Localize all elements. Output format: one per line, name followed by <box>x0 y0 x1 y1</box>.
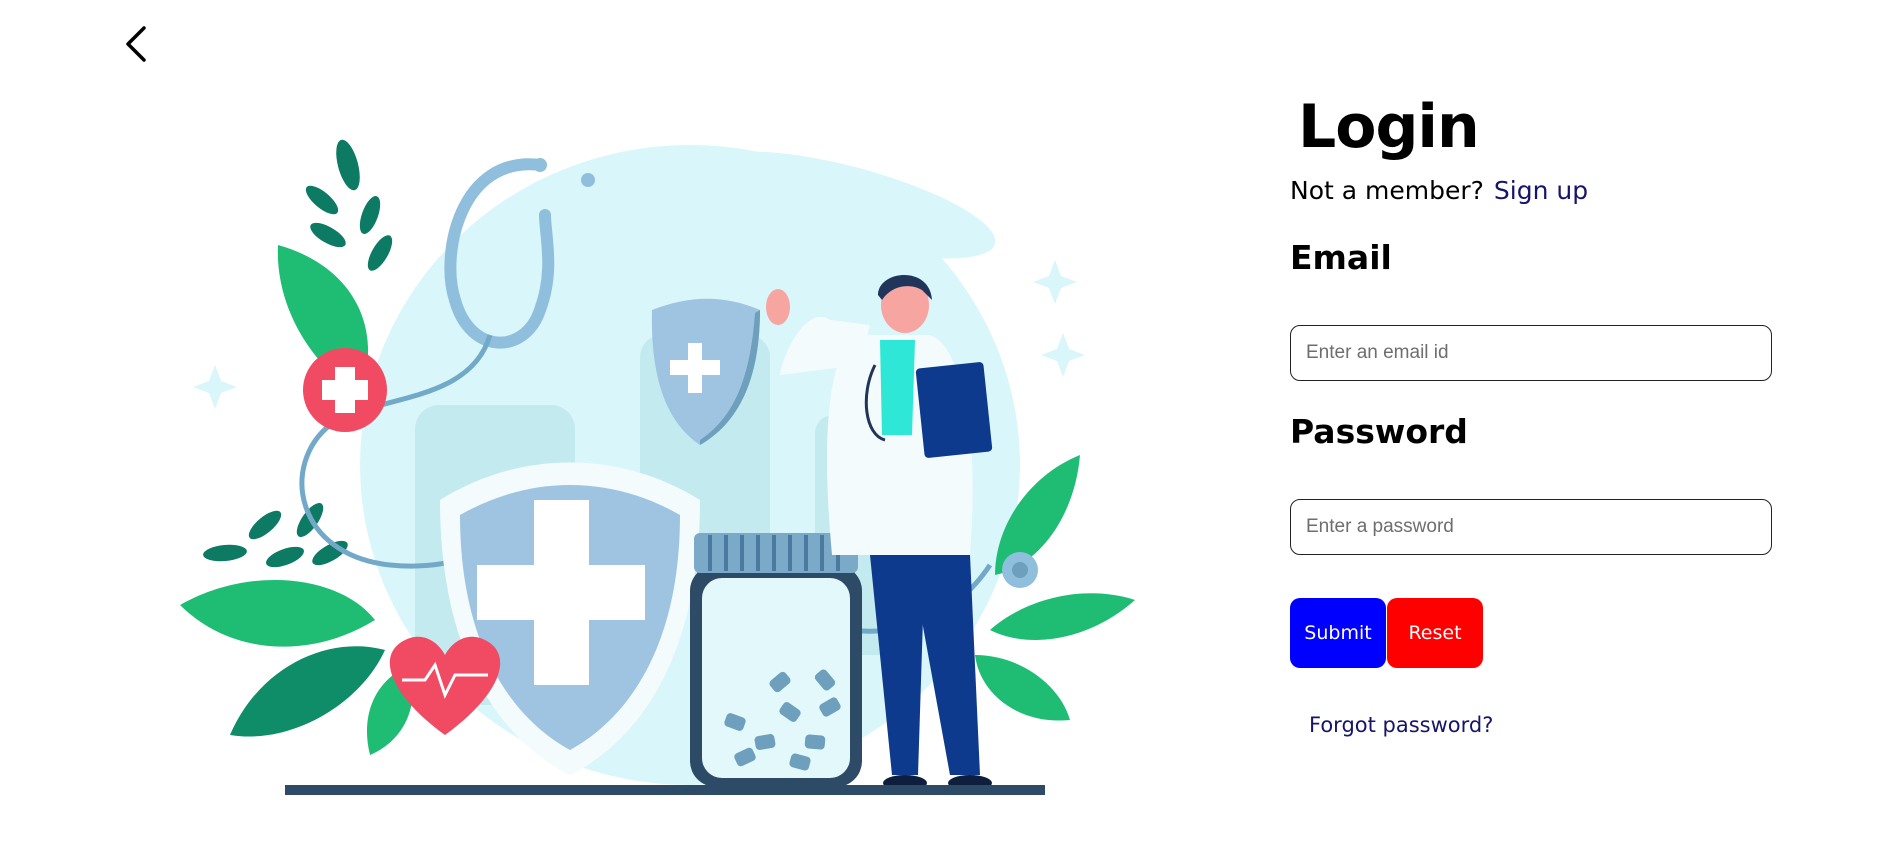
back-button[interactable] <box>118 22 158 66</box>
chevron-left-icon <box>126 26 146 62</box>
login-panel: Login Not a member? Sign up Email Passwor… <box>1290 0 1850 845</box>
forgot-password-link[interactable]: Forgot password? <box>1309 713 1493 737</box>
password-label: Password <box>1290 412 1468 451</box>
member-prompt: Not a member? Sign up <box>1290 176 1588 205</box>
signup-link[interactable]: Sign up <box>1494 176 1588 205</box>
submit-button[interactable]: Submit <box>1290 598 1386 668</box>
password-field[interactable] <box>1290 499 1772 555</box>
email-field[interactable] <box>1290 325 1772 381</box>
medical-illustration <box>170 95 1170 795</box>
reset-button[interactable]: Reset <box>1387 598 1483 668</box>
page-title: Login <box>1298 92 1480 162</box>
member-prompt-text: Not a member? <box>1290 176 1484 205</box>
email-label: Email <box>1290 238 1392 277</box>
